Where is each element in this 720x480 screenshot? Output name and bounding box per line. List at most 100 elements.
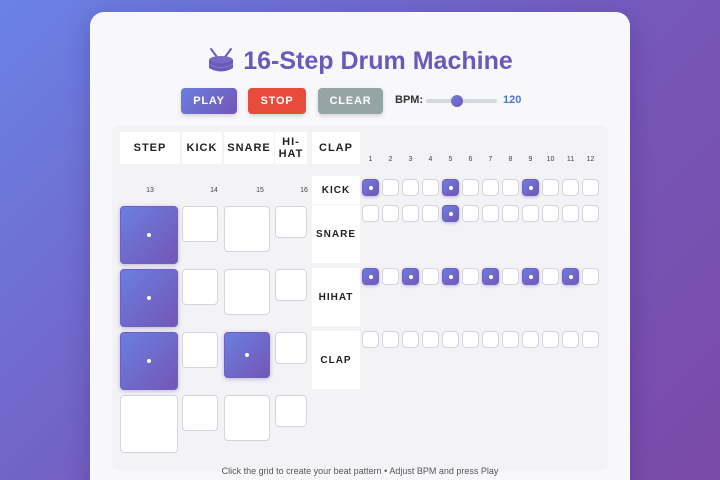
step-cell-snare-6[interactable] (462, 205, 479, 222)
step-cell-snare-7[interactable] (482, 205, 499, 222)
wrap-cell-15-row-3[interactable] (224, 332, 270, 378)
step-cell-snare-8[interactable] (502, 205, 519, 222)
controls-bar: PLAY STOP CLEAR BPM: 120 (90, 88, 630, 114)
step-number-8: 8 (508, 156, 513, 163)
step-cell-clap-8[interactable] (502, 331, 519, 348)
step-number-6: 6 (468, 156, 473, 163)
wrap-cell-13-row-1[interactable] (120, 206, 178, 264)
step-cell-kick-1[interactable] (362, 179, 379, 196)
step-cell-snare-5[interactable] (442, 205, 459, 222)
step-cell-hihat-12[interactable] (582, 268, 599, 285)
step-cell-snare-4[interactable] (422, 205, 439, 222)
step-cell-kick-10[interactable] (542, 179, 559, 196)
step-cell-kick-2[interactable] (382, 179, 399, 196)
step-cell-kick-7[interactable] (482, 179, 499, 196)
step-number-4: 4 (428, 156, 433, 163)
header-clap: CLAP (312, 132, 360, 164)
step-cell-clap-1[interactable] (362, 331, 379, 348)
step-number-5: 5 (448, 156, 453, 163)
step-cell-clap-11[interactable] (562, 331, 579, 348)
active-dot (245, 353, 249, 357)
step-cell-snare-3[interactable] (402, 205, 419, 222)
wrap-cell-16-row-2[interactable] (275, 269, 307, 301)
step-cell-hihat-11[interactable] (562, 268, 579, 285)
step-cell-hihat-10[interactable] (542, 268, 559, 285)
wrap-cell-14-row-1[interactable] (182, 206, 218, 242)
step-cell-hihat-4[interactable] (422, 268, 439, 285)
step-cell-clap-12[interactable] (582, 331, 599, 348)
step-cell-hihat-7[interactable] (482, 268, 499, 285)
wrap-cell-15-row-2[interactable] (224, 269, 270, 315)
step-cell-clap-6[interactable] (462, 331, 479, 348)
bpm-label: BPM: (395, 94, 424, 106)
step-cell-hihat-1[interactable] (362, 268, 379, 285)
step-cell-kick-8[interactable] (502, 179, 519, 196)
step-cell-snare-1[interactable] (362, 205, 379, 222)
wrap-cell-16-row-3[interactable] (275, 332, 307, 364)
step-number-3: 3 (408, 156, 413, 163)
step-cell-clap-3[interactable] (402, 331, 419, 348)
wrap-cell-14-row-4[interactable] (182, 395, 218, 431)
step-cell-kick-11[interactable] (562, 179, 579, 196)
bpm-value: 120 (503, 94, 522, 106)
wrap-cell-15-row-1[interactable] (224, 206, 270, 252)
row-label-snare: SNARE (312, 205, 360, 263)
step-cell-kick-4[interactable] (422, 179, 439, 196)
step-cell-clap-7[interactable] (482, 331, 499, 348)
active-dot (448, 185, 453, 190)
step-cell-snare-12[interactable] (582, 205, 599, 222)
step-number-12: 12 (586, 156, 595, 163)
step-cell-hihat-9[interactable] (522, 268, 539, 285)
step-number-7: 7 (488, 156, 493, 163)
step-cell-snare-11[interactable] (562, 205, 579, 222)
step-cell-kick-9[interactable] (522, 179, 539, 196)
step-cell-kick-12[interactable] (582, 179, 599, 196)
wrap-cell-13-row-2[interactable] (120, 269, 178, 327)
clear-button[interactable]: CLEAR (318, 88, 383, 114)
bpm-slider-thumb[interactable] (451, 95, 463, 107)
step-cell-kick-3[interactable] (402, 179, 419, 196)
step-cell-clap-10[interactable] (542, 331, 559, 348)
step-cell-clap-9[interactable] (522, 331, 539, 348)
step-cell-hihat-8[interactable] (502, 268, 519, 285)
step-cell-hihat-6[interactable] (462, 268, 479, 285)
wrap-cell-16-row-4[interactable] (275, 395, 307, 427)
step-cell-hihat-5[interactable] (442, 268, 459, 285)
row-label-kick: KICK (312, 176, 360, 204)
wrap-cell-13-row-4[interactable] (120, 395, 178, 453)
step-cell-clap-2[interactable] (382, 331, 399, 348)
wrap-cell-13-row-3[interactable] (120, 332, 178, 390)
step-number-2: 2 (388, 156, 393, 163)
active-dot (448, 274, 453, 279)
step-cell-snare-2[interactable] (382, 205, 399, 222)
step-cell-clap-4[interactable] (422, 331, 439, 348)
active-dot (368, 274, 373, 279)
step-cell-snare-10[interactable] (542, 205, 559, 222)
step-number-13: 13 (146, 187, 154, 194)
drum-machine-card: 16-Step Drum Machine PLAY STOP CLEAR BPM… (90, 12, 630, 480)
step-number-9: 9 (528, 156, 533, 163)
step-cell-hihat-3[interactable] (402, 268, 419, 285)
step-number-15: 15 (256, 187, 264, 194)
stop-button[interactable]: STOP (248, 88, 306, 114)
step-cell-kick-6[interactable] (462, 179, 479, 196)
sequencer-grid: STEP KICK SNARE HI-HAT CLAP 1 2 3 4 5 6 7 8 9 10 1… (112, 125, 608, 470)
active-dot (528, 185, 533, 190)
step-cell-hihat-2[interactable] (382, 268, 399, 285)
active-dot (147, 359, 151, 363)
active-dot (568, 274, 573, 279)
play-button[interactable]: PLAY (181, 88, 237, 114)
step-cell-kick-5[interactable] (442, 179, 459, 196)
header-step: STEP (120, 132, 180, 164)
step-cell-snare-9[interactable] (522, 205, 539, 222)
wrap-cell-14-row-3[interactable] (182, 332, 218, 368)
wrap-cell-15-row-4[interactable] (224, 395, 270, 441)
active-dot (408, 274, 413, 279)
step-cell-clap-5[interactable] (442, 331, 459, 348)
page-title: 16-Step Drum Machine (243, 46, 513, 75)
step-number-1: 1 (368, 156, 373, 163)
row-label-clap: CLAP (312, 331, 360, 389)
wrap-cell-16-row-1[interactable] (275, 206, 307, 238)
active-dot (147, 296, 151, 300)
wrap-cell-14-row-2[interactable] (182, 269, 218, 305)
